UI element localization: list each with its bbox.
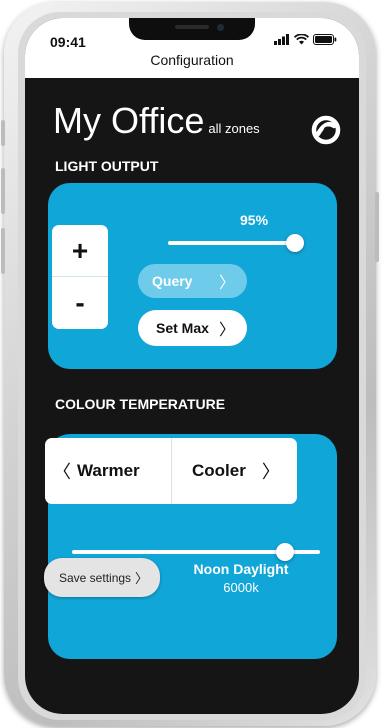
preset-readout: Noon Daylight 6000k: [183, 561, 299, 595]
increase-brightness-button[interactable]: +: [52, 225, 108, 277]
room-name: My Office: [53, 100, 205, 141]
speaker: [175, 25, 209, 29]
battery-icon: [313, 34, 337, 45]
cooler-label: Cooler: [192, 461, 246, 480]
front-camera: [217, 24, 224, 31]
wifi-icon: [294, 34, 309, 45]
status-time: 09:41: [50, 34, 86, 50]
warmer-button[interactable]: 〈 Warmer: [45, 438, 171, 504]
cellular-signal-icon: [274, 34, 289, 45]
brightness-slider-track[interactable]: [168, 241, 302, 245]
decrease-brightness-button[interactable]: -: [52, 277, 108, 328]
brightness-value: 95%: [240, 212, 269, 228]
chevron-left-icon: 〈: [53, 462, 71, 482]
power-button: [375, 192, 379, 262]
app-screen: 09:41 Configuration My Office all zones L…: [25, 18, 359, 714]
warmer-label: Warmer: [77, 461, 140, 480]
volume-up-button: [1, 168, 5, 214]
save-settings-button[interactable]: Save settings 〉: [44, 558, 160, 597]
warmer-cooler-control: 〈 Warmer Cooler 〉: [45, 438, 297, 504]
cooler-button[interactable]: Cooler 〉: [172, 438, 297, 504]
volume-down-button: [1, 228, 5, 274]
preset-kelvin: 6000k: [223, 580, 259, 595]
notch: [129, 18, 255, 40]
query-button[interactable]: Query 〉: [138, 264, 247, 298]
page-title: Configuration: [150, 52, 234, 68]
colour-temperature-heading: COLOUR TEMPERATURE: [55, 396, 226, 412]
brightness-stepper: + -: [52, 225, 108, 329]
set-max-button[interactable]: Set Max 〉: [138, 310, 247, 346]
room-title: My Office all zones: [53, 100, 260, 142]
save-settings-label: Save settings: [59, 570, 132, 585]
status-bar: 09:41 Configuration: [25, 18, 359, 78]
preset-name: Noon Daylight: [193, 561, 289, 577]
brand-logo-icon[interactable]: [310, 114, 342, 146]
chevron-right-icon: 〉: [218, 322, 235, 339]
light-output-heading: LIGHT OUTPUT: [55, 158, 159, 174]
chevron-right-icon: 〉: [134, 571, 148, 586]
query-label: Query: [152, 273, 193, 289]
chevron-right-icon: 〉: [261, 462, 280, 482]
chevron-right-icon: 〉: [218, 275, 235, 292]
system-icons: [274, 34, 337, 45]
side-button: [1, 120, 5, 146]
set-max-label: Set Max: [156, 320, 209, 336]
zone-subtitle: all zones: [208, 121, 260, 136]
